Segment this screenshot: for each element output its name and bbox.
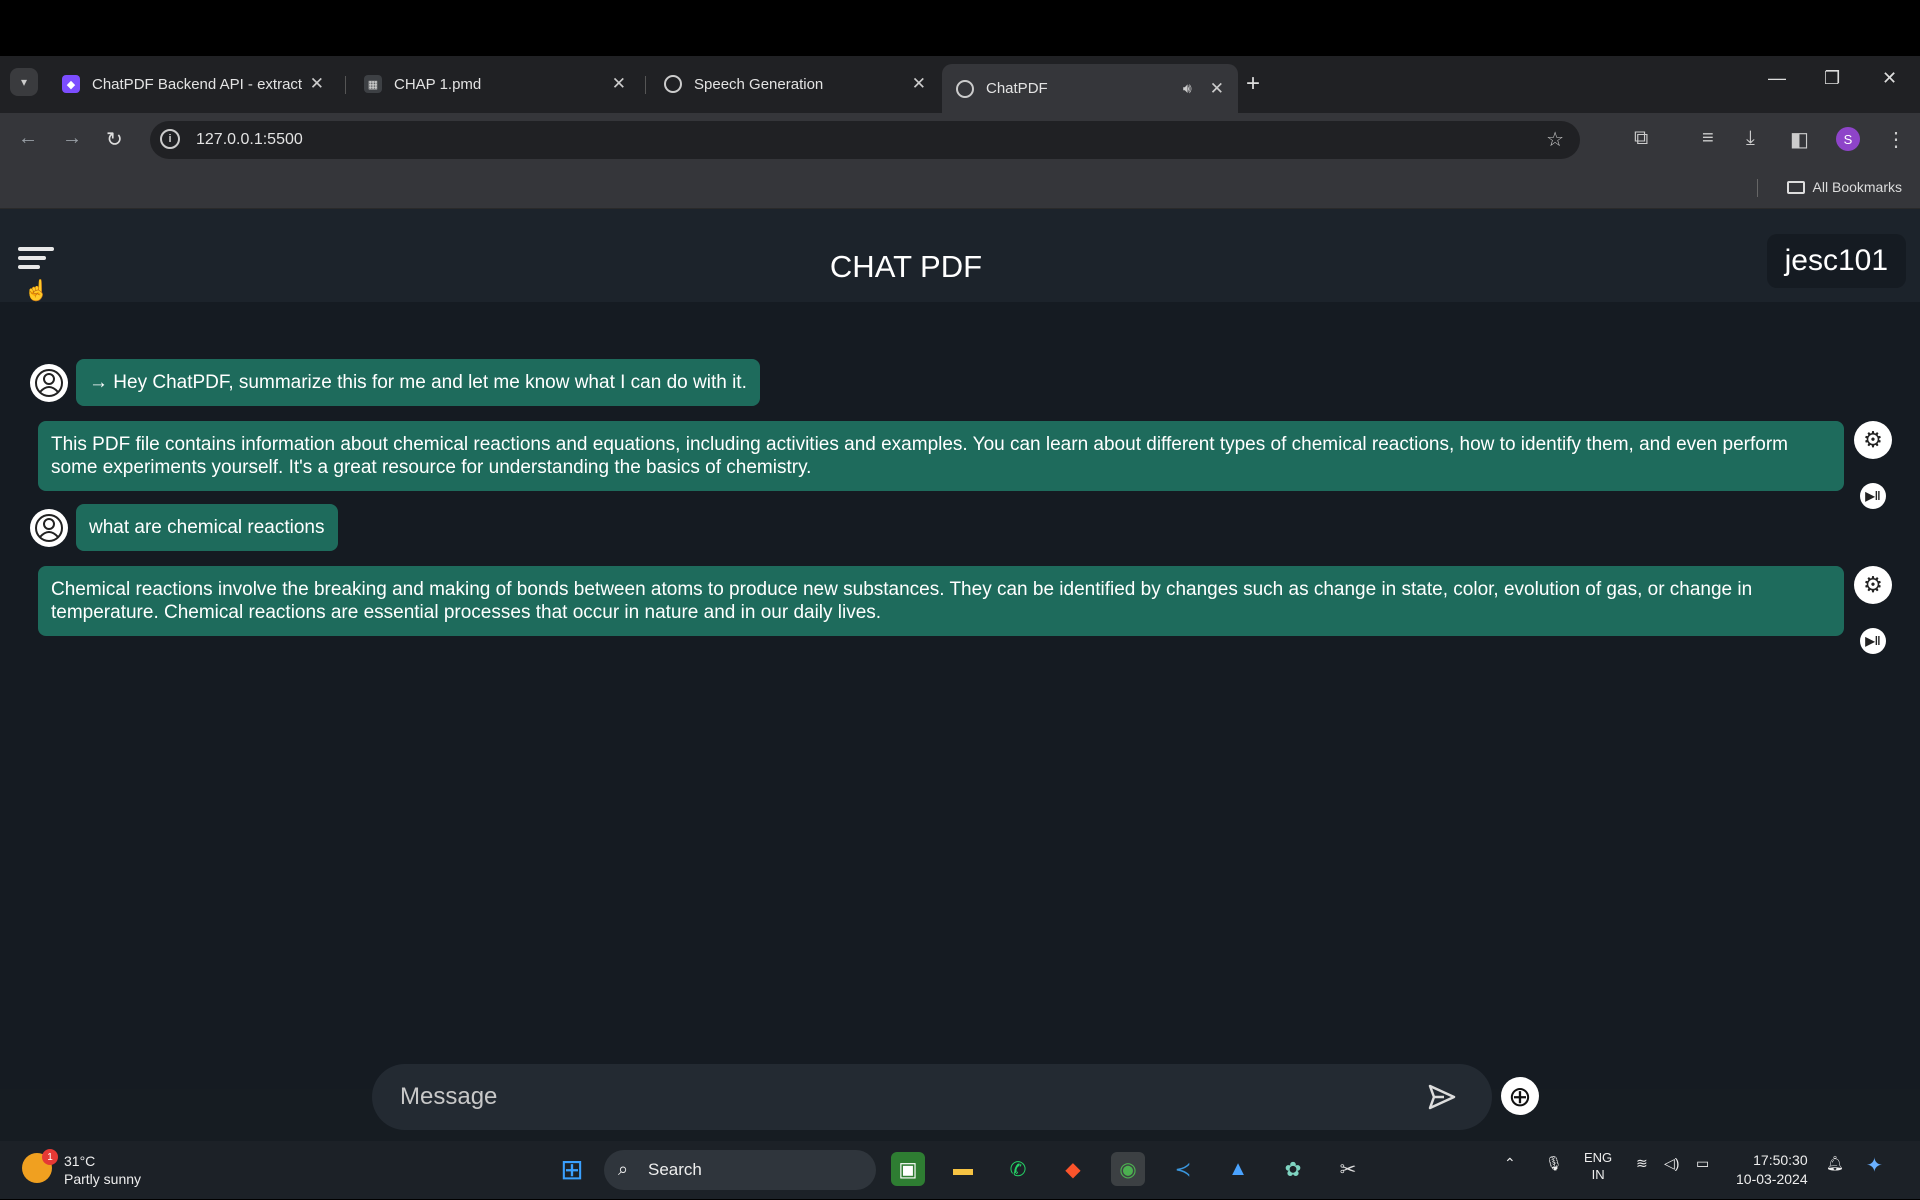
snipping-tool-icon[interactable]: ✂ [1331, 1152, 1365, 1186]
tab-chap-1[interactable]: ▦ CHAP 1.pmd ✕ [350, 64, 640, 104]
message-text: Chemical reactions involve the breaking … [38, 566, 1844, 636]
wifi-icon[interactable]: ≋ [1636, 1155, 1648, 1172]
tab-divider [645, 76, 646, 94]
system-clock[interactable]: 17:50:30 10-03-2024 [1736, 1151, 1808, 1189]
taskbar-search[interactable]: ⌕ Search [604, 1150, 876, 1190]
photos-app-icon[interactable]: ▣ [891, 1152, 925, 1186]
photo-editor-icon[interactable]: ▲ [1221, 1152, 1255, 1186]
bookmark-divider [1757, 179, 1758, 197]
extensions-icon[interactable]: ⧉ [1634, 127, 1648, 150]
brave-browser-icon[interactable]: ◆ [1056, 1152, 1090, 1186]
notifications-bell-icon[interactable]: 🔔︎ [1826, 1155, 1844, 1172]
file-name-badge: jesc101 [1766, 234, 1906, 288]
play-pause-icon[interactable]: ▶‖ [1860, 483, 1886, 509]
address-bar[interactable]: i 127.0.0.1:5500 ☆ [150, 121, 1580, 159]
message-text: → Hey ChatPDF, summarize this for me and… [76, 359, 760, 406]
tab-title: ChatPDF Backend API - extract [92, 75, 302, 93]
close-icon[interactable]: ✕ [912, 74, 926, 94]
message-input[interactable] [400, 1080, 1400, 1114]
windows-taskbar: 1 31°C Partly sunny ⊞ ⌕ Search ▣ ▬ ✆ ◆ ◉… [0, 1141, 1920, 1199]
clock-date: 10-03-2024 [1736, 1171, 1808, 1187]
site-info-icon[interactable]: i [160, 129, 180, 149]
media-control-icon[interactable]: ≡ [1702, 127, 1714, 150]
copilot-icon[interactable]: ✦ [1866, 1153, 1883, 1178]
chatpdf-app: ☝ CHAT PDF jesc101 → Hey ChatPDF, summar… [0, 209, 1920, 1130]
play-pause-icon[interactable]: ▶‖ [1860, 628, 1886, 654]
message-composer [372, 1064, 1492, 1130]
window-close-icon[interactable]: ✕ [1882, 68, 1897, 89]
tab-title: CHAP 1.pmd [394, 75, 482, 93]
document-favicon-icon: ▦ [364, 75, 382, 93]
side-panel-icon[interactable]: ◧ [1790, 127, 1809, 152]
language-indicator[interactable]: ENG IN [1584, 1149, 1612, 1183]
close-icon[interactable]: ✕ [310, 74, 324, 94]
file-explorer-icon[interactable]: ▬ [946, 1152, 980, 1186]
all-bookmarks-label: All Bookmarks [1812, 179, 1902, 195]
forward-icon[interactable]: → [62, 127, 82, 150]
folder-icon [1786, 181, 1805, 194]
windows-start-icon[interactable]: ⊞ [555, 1152, 589, 1186]
app-header: ☝ CHAT PDF jesc101 [0, 209, 1920, 302]
globe-icon [956, 79, 974, 98]
browser-toolbar: ← → ↻ i 127.0.0.1:5500 ☆ ⧉ ≡ ⤓ ◧ S ⋮ [0, 113, 1920, 167]
user-message: what are chemical reactions [30, 504, 338, 551]
menu-kebab-icon[interactable]: ⋮ [1886, 127, 1906, 152]
upload-plus-icon[interactable]: ⊕ [1501, 1077, 1539, 1115]
whatsapp-icon[interactable]: ✆ [1001, 1152, 1035, 1186]
tray-expand-icon[interactable]: ⌃ [1504, 1155, 1516, 1172]
app-favicon-icon: ◆ [62, 75, 80, 93]
new-tab-button[interactable]: + [1246, 70, 1260, 98]
page-title: CHAT PDF [829, 249, 983, 284]
battery-icon[interactable]: ▭ [1696, 1155, 1709, 1172]
search-icon: ⌕ [618, 1159, 629, 1179]
user-message: → Hey ChatPDF, summarize this for me and… [30, 359, 760, 406]
bot-message: This PDF file contains information about… [38, 421, 1892, 509]
bot-avatar-icon: ⚙ [1854, 566, 1892, 604]
weather-temp: 31°C [64, 1153, 96, 1169]
user-avatar-icon [30, 508, 68, 547]
volume-icon[interactable]: ◁) [1664, 1155, 1679, 1172]
chrome-icon[interactable]: ◉ [1111, 1152, 1145, 1186]
bookmark-star-icon[interactable]: ☆ [1546, 127, 1564, 152]
message-text: This PDF file contains information about… [38, 421, 1844, 491]
notification-badge: 1 [42, 1149, 58, 1165]
bot-message: Chemical reactions involve the breaking … [38, 566, 1892, 654]
tab-strip: ▾ ◆ ChatPDF Backend API - extract ✕ ▦ CH… [0, 56, 1920, 113]
globe-icon [664, 75, 682, 93]
tab-title: Speech Generation [694, 75, 824, 93]
tab-speech-generation[interactable]: Speech Generation ✕ [650, 64, 940, 104]
restore-icon[interactable]: ❐ [1824, 68, 1840, 89]
vscode-icon[interactable]: ≺ [1166, 1152, 1200, 1186]
all-bookmarks-button[interactable]: All Bookmarks [1786, 179, 1902, 195]
bot-avatar-icon: ⚙ [1854, 421, 1892, 459]
profile-avatar[interactable]: S [1836, 127, 1860, 151]
bookmarks-bar: All Bookmarks [0, 167, 1920, 209]
speaker-icon[interactable]: 🔊︎ [1183, 80, 1192, 97]
search-label: Search [648, 1160, 702, 1179]
close-icon[interactable]: ✕ [1210, 79, 1224, 99]
clock-time: 17:50:30 [1753, 1152, 1808, 1168]
send-icon[interactable] [1426, 1081, 1458, 1113]
chatgpt-icon[interactable]: ✿ [1276, 1152, 1310, 1186]
tab-title: ChatPDF [986, 80, 1048, 97]
tab-divider [345, 76, 346, 94]
tab-search-button[interactable]: ▾ [10, 68, 38, 96]
reload-icon[interactable]: ↻ [106, 127, 123, 152]
url-text[interactable]: 127.0.0.1:5500 [196, 131, 303, 149]
minimize-icon[interactable]: — [1768, 68, 1786, 89]
language-code: ENG [1584, 1150, 1613, 1165]
message-text: what are chemical reactions [76, 504, 338, 551]
back-icon[interactable]: ← [18, 127, 38, 150]
close-icon[interactable]: ✕ [612, 74, 626, 94]
microphone-icon[interactable]: 🎙︎ [1545, 1155, 1563, 1172]
region-code: IN [1591, 1167, 1605, 1182]
download-icon[interactable]: ⤓ [1746, 127, 1755, 150]
user-avatar-icon [30, 363, 68, 402]
desktop-screen: ▾ ◆ ChatPDF Backend API - extract ✕ ▦ CH… [0, 56, 1920, 1199]
weather-desc: Partly sunny [64, 1171, 142, 1187]
tab-chatpdf[interactable]: ChatPDF 🔊︎ ✕ [942, 64, 1238, 113]
tab-chatpdf-backend[interactable]: ◆ ChatPDF Backend API - extract ✕ [48, 64, 338, 104]
